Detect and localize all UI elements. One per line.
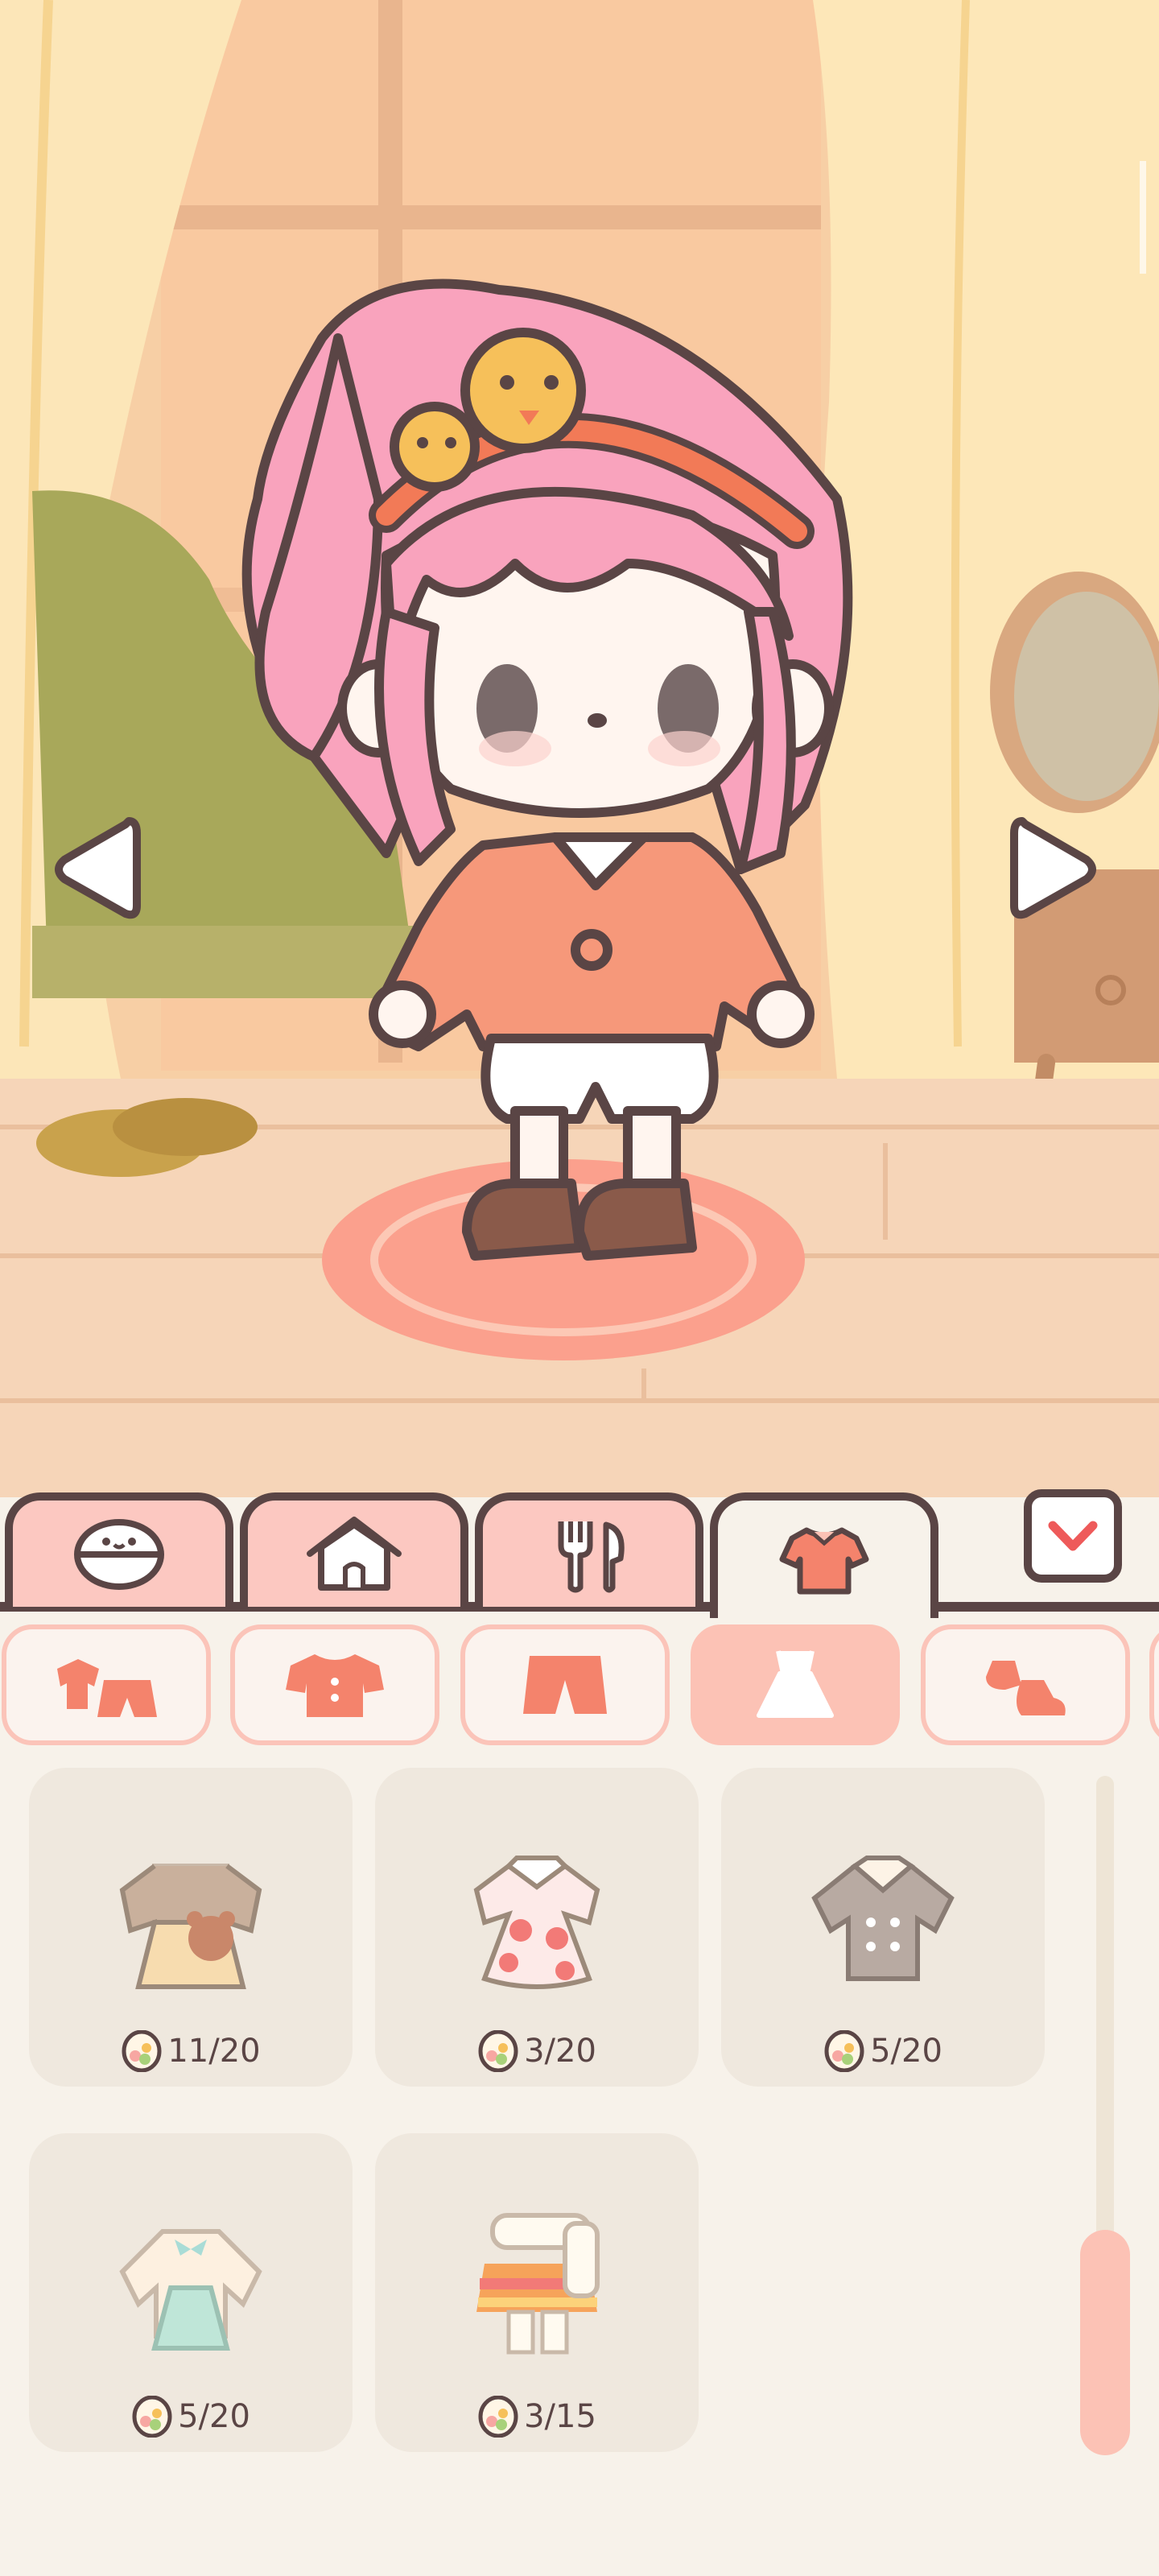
room-scene	[0, 0, 1159, 1497]
item-count: 11/20	[29, 2030, 353, 2072]
tab-face[interactable]	[5, 1492, 233, 1607]
egg-currency-icon	[478, 2396, 518, 2438]
next-arrow-button[interactable]	[1006, 805, 1103, 934]
fork-knife-icon	[558, 1521, 625, 1593]
item-count: 5/20	[721, 2030, 1045, 2072]
tab-home[interactable]	[240, 1492, 468, 1607]
top-shirt-icon	[286, 1654, 384, 1717]
gray-coat-thumb	[811, 1856, 955, 1981]
item-count: 3/15	[375, 2396, 699, 2438]
shoes-icon	[986, 1661, 1066, 1715]
category-tops[interactable]	[230, 1624, 439, 1745]
shirt-icon	[779, 1527, 869, 1595]
stripe-scarf-outfit-thumb	[476, 2213, 600, 2355]
item-card[interactable]: 5/20	[29, 2133, 353, 2452]
egg-currency-icon	[122, 2030, 162, 2072]
dress-icon	[757, 1650, 834, 1718]
main-tab-bar	[0, 1489, 1159, 1618]
collapse-panel-button[interactable]	[1024, 1489, 1122, 1583]
egg-currency-icon	[478, 2030, 518, 2072]
item-count: 5/20	[29, 2396, 353, 2438]
item-count: 3/20	[375, 2030, 699, 2072]
item-count-label: 11/20	[167, 2033, 261, 2070]
item-card[interactable]: 3/15	[375, 2133, 699, 2452]
category-outfit-set[interactable]	[2, 1624, 211, 1745]
strawberry-dress-thumb	[473, 1856, 600, 1989]
item-card[interactable]: 11/20	[29, 1768, 353, 2087]
item-count-label: 3/15	[524, 2398, 596, 2435]
item-count-label: 3/20	[524, 2033, 596, 2070]
item-card[interactable]: 3/20	[375, 1768, 699, 2087]
category-dresses[interactable]	[691, 1624, 900, 1745]
mint-cardigan-dress-thumb	[119, 2229, 262, 2351]
previous-arrow-button[interactable]	[48, 805, 145, 934]
item-count-label: 5/20	[870, 2033, 942, 2070]
clothing-category-row	[0, 1624, 1159, 1747]
bear-bag-dress-thumb	[119, 1864, 262, 1989]
left-arrow-icon	[55, 817, 141, 919]
category-shoes[interactable]	[921, 1624, 1130, 1745]
tab-food[interactable]	[475, 1492, 703, 1607]
house-icon	[307, 1517, 402, 1591]
right-arrow-icon	[1010, 817, 1096, 919]
tab-clothes[interactable]	[710, 1492, 938, 1618]
egg-currency-icon	[824, 2030, 864, 2072]
item-count-label: 5/20	[178, 2398, 250, 2435]
egg-currency-icon	[132, 2396, 172, 2438]
scrollbar-thumb[interactable]	[1080, 2230, 1130, 2455]
character-doll[interactable]	[0, 0, 1159, 1497]
chevron-down-icon	[1048, 1521, 1098, 1551]
item-card[interactable]: 5/20	[721, 1768, 1045, 2087]
outfit-set-icon	[57, 1659, 157, 1717]
shorts-icon	[523, 1656, 607, 1714]
face-icon	[74, 1519, 164, 1590]
category-bottoms[interactable]	[460, 1624, 670, 1745]
category-more[interactable]	[1149, 1624, 1159, 1745]
